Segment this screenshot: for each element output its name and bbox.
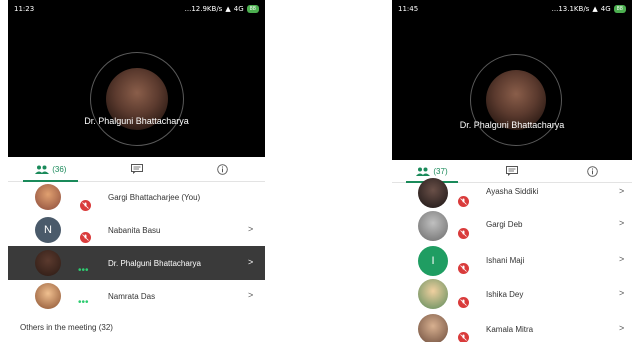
tab-people[interactable]: (36) (8, 157, 94, 182)
tab-info[interactable] (179, 157, 265, 181)
participant-count: (37) (433, 166, 448, 176)
network-speed: ...13.1KB/s (551, 5, 590, 13)
participant-row[interactable]: Ishika Dey > (392, 276, 632, 310)
mic-off-icon (458, 332, 469, 342)
avatar: N (35, 217, 61, 243)
avatar (35, 250, 61, 276)
signal-icon: ▲ (225, 5, 231, 13)
participant-name: Ishika Dey (486, 290, 524, 299)
video-call-area[interactable]: 11:45 ...13.1KB/s ▲ 4G 88 Dr. Phalguni B… (392, 0, 632, 160)
others-in-meeting-header: Others in the meeting (32) (20, 323, 113, 332)
mic-off-icon (80, 200, 91, 211)
battery-icon: 88 (613, 5, 626, 13)
participant-row[interactable]: N Nabanita Basu > (8, 214, 265, 246)
chat-icon (130, 164, 143, 174)
status-time: 11:23 (14, 5, 35, 13)
chevron-right-icon[interactable]: > (619, 186, 624, 196)
speaking-indicator-icon: ••• (78, 265, 89, 276)
participant-row[interactable]: Gargi Bhattacharjee (You) (8, 181, 265, 214)
chevron-right-icon[interactable]: > (248, 290, 253, 300)
chevron-right-icon[interactable]: > (619, 323, 624, 333)
participant-tabs: (36) (8, 157, 265, 182)
speaking-indicator-icon: ••• (78, 297, 89, 308)
participant-count: (36) (52, 164, 67, 174)
speaker-name: Dr. Phalguni Bhattacharya (459, 120, 565, 130)
participant-row[interactable]: ••• Namrata Das > (8, 280, 265, 312)
avatar (418, 211, 448, 241)
tab-chat[interactable] (94, 157, 180, 181)
mic-off-icon (458, 297, 469, 308)
participant-row[interactable]: Kamala Mitra > (392, 310, 632, 342)
network-type: 4G (600, 5, 611, 13)
avatar: I (418, 246, 448, 276)
avatar (35, 184, 61, 210)
status-time: 11:45 (398, 5, 419, 13)
speaker-name: Dr. Phalguni Bhattacharya (84, 116, 189, 126)
chat-icon (506, 166, 518, 176)
avatar (418, 314, 448, 342)
participant-name: Nabanita Basu (108, 226, 161, 235)
participant-row[interactable]: Gargi Deb > (392, 208, 632, 241)
signal-icon: ▲ (592, 5, 598, 13)
participant-name: Kamala Mitra (486, 325, 534, 334)
info-icon (586, 165, 598, 177)
participant-row[interactable]: Ayasha Siddiki > (392, 176, 632, 208)
participant-row[interactable]: I Ishani Maji > (392, 241, 632, 276)
chevron-right-icon[interactable]: > (248, 224, 253, 234)
status-bar: 11:45 ...13.1KB/s ▲ 4G 88 (392, 0, 632, 18)
network-speed: ...12.9KB/s (184, 5, 223, 13)
chevron-right-icon[interactable]: > (619, 218, 624, 228)
video-call-area[interactable]: 11:23 ...12.9KB/s ▲ 4G 88 Dr. Phalguni B… (8, 0, 265, 157)
battery-icon: 88 (246, 5, 259, 13)
status-bar: 11:23 ...12.9KB/s ▲ 4G 88 (8, 0, 265, 18)
participant-list: Ayasha Siddiki > Gargi Deb > I Ishani Ma… (392, 176, 632, 342)
avatar (35, 283, 61, 309)
phone-screen-right: 11:45 ...13.1KB/s ▲ 4G 88 Dr. Phalguni B… (392, 0, 632, 342)
chevron-right-icon[interactable]: > (619, 254, 624, 264)
participant-name: Ishani Maji (486, 256, 525, 265)
mic-off-icon (458, 263, 469, 274)
chevron-right-icon[interactable]: > (248, 257, 253, 267)
network-type: 4G (233, 5, 244, 13)
mic-off-icon (458, 228, 469, 239)
people-icon (416, 167, 431, 176)
participant-list: Gargi Bhattacharjee (You) N Nabanita Bas… (8, 181, 265, 312)
phone-screen-left: 11:23 ...12.9KB/s ▲ 4G 88 Dr. Phalguni B… (8, 0, 265, 342)
participant-name: Gargi Deb (486, 220, 523, 229)
info-icon (216, 163, 228, 175)
chevron-right-icon[interactable]: > (619, 288, 624, 298)
mic-off-icon (458, 196, 469, 207)
participant-row-active-speaker[interactable]: ••• Dr. Phalguni Bhattacharya > (8, 246, 265, 280)
participant-name: Dr. Phalguni Bhattacharya (108, 259, 201, 268)
participant-name: Ayasha Siddiki (486, 187, 539, 196)
avatar (418, 178, 448, 208)
people-icon (35, 165, 50, 174)
participant-name: Namrata Das (108, 292, 156, 301)
mic-off-icon (80, 232, 91, 243)
participant-name: Gargi Bhattacharjee (You) (108, 193, 201, 202)
avatar (418, 279, 448, 309)
